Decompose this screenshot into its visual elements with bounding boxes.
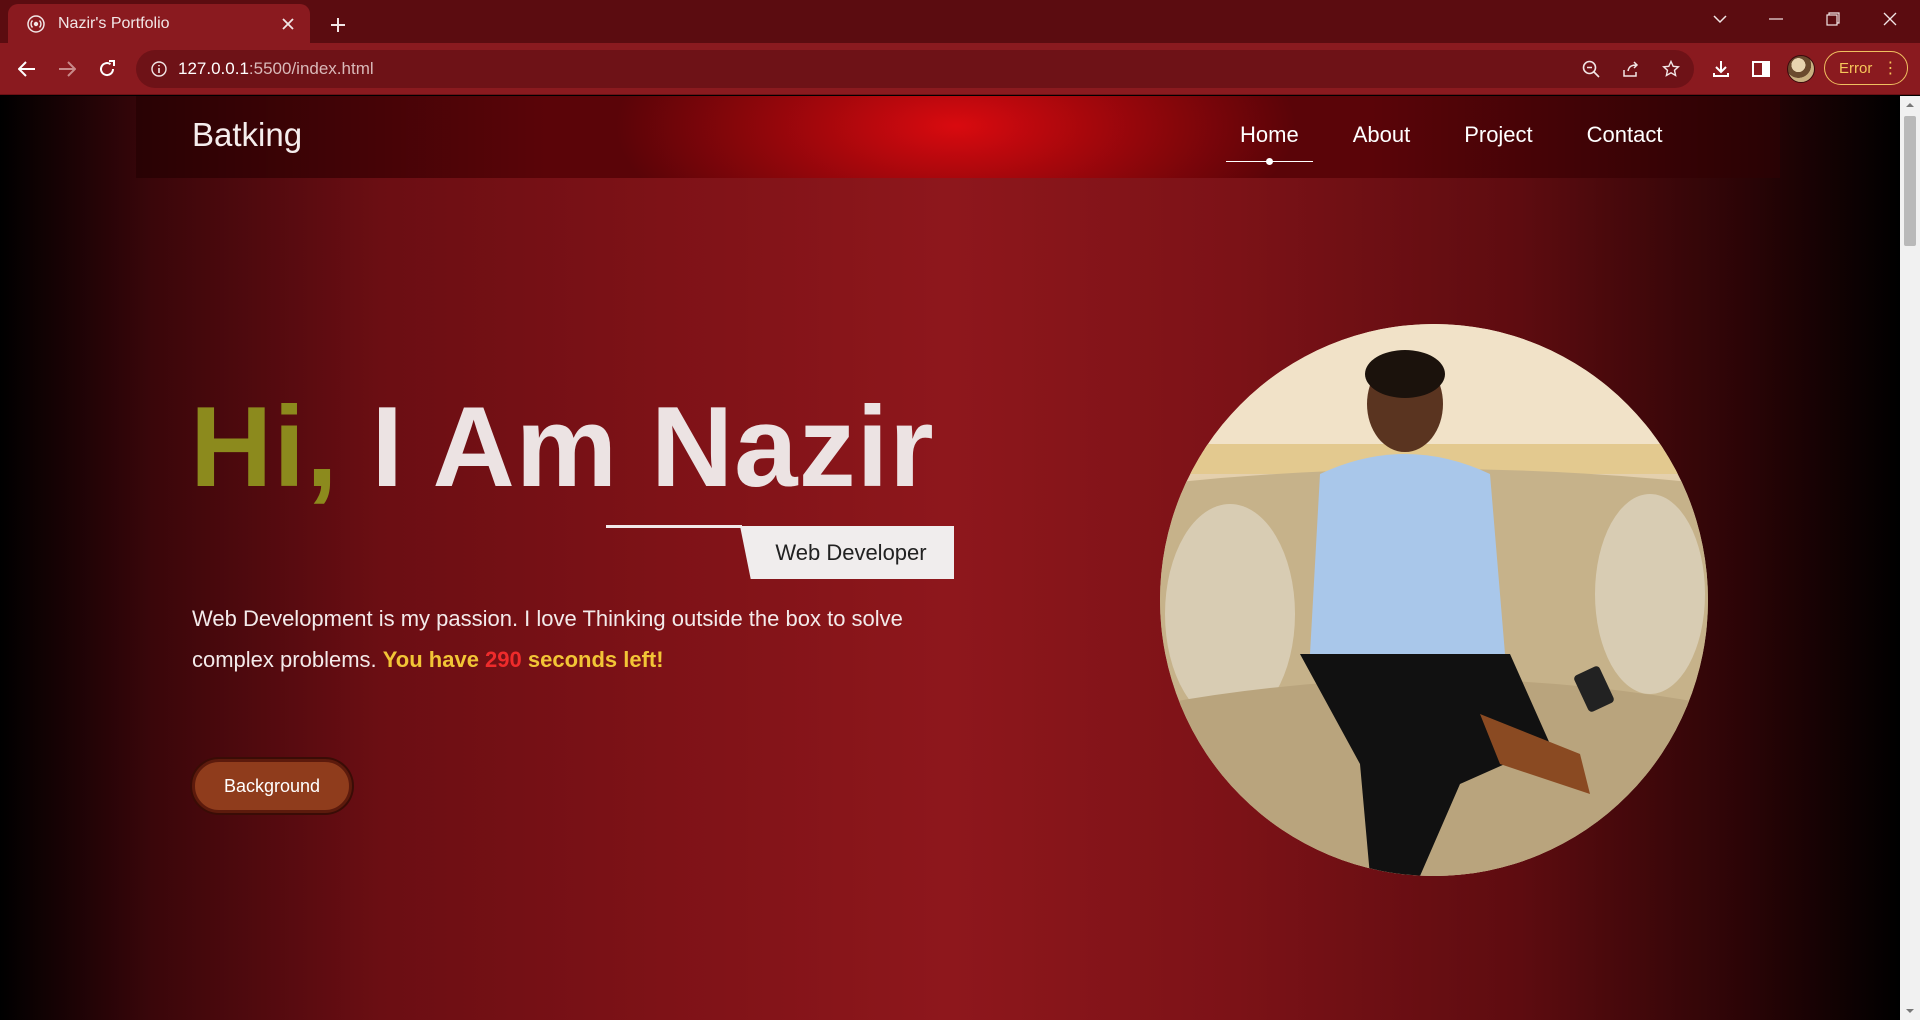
browser-tab[interactable]: Nazir's Portfolio	[8, 4, 310, 43]
share-icon[interactable]	[1614, 52, 1648, 86]
error-button[interactable]: Error ⋮	[1824, 51, 1908, 85]
broadcast-icon	[26, 14, 46, 34]
nav-about[interactable]: About	[1353, 122, 1411, 148]
page-scrollbar[interactable]	[1900, 96, 1920, 1020]
scroll-up-icon[interactable]	[1905, 100, 1915, 110]
profile-avatar[interactable]	[1787, 55, 1815, 83]
browser-toolbar: 127.0.0.1:5500/index.html Error ⋮	[0, 43, 1920, 95]
nav-contact[interactable]: Contact	[1587, 122, 1663, 148]
tab-search-icon[interactable]	[1692, 0, 1748, 38]
url-host: 127.0.0.1	[178, 59, 249, 78]
nav-home[interactable]: Home	[1226, 122, 1313, 165]
intro-paragraph: Web Development is my passion. I love Th…	[192, 598, 952, 680]
site-header: Batking Home About Project Contact	[136, 96, 1780, 178]
main-nav: Home About Project Contact	[1226, 122, 1717, 165]
countdown-prefix: You have	[382, 647, 486, 672]
hero-title: Hi, I Am Nazir	[190, 382, 935, 513]
side-panel-icon[interactable]	[1744, 52, 1778, 86]
hero-name: I Am Nazir	[338, 384, 935, 511]
tab-title: Nazir's Portfolio	[58, 14, 170, 32]
page-viewport: Batking Home About Project Contact Hi, I…	[0, 96, 1900, 1020]
site-logo[interactable]: Batking	[192, 116, 302, 154]
download-icon[interactable]	[1704, 52, 1738, 86]
back-icon[interactable]	[10, 52, 44, 86]
new-tab-button[interactable]	[322, 9, 354, 41]
scroll-down-icon[interactable]	[1905, 1006, 1915, 1016]
close-window-icon[interactable]	[1862, 0, 1918, 38]
background-button[interactable]: Background	[192, 759, 352, 813]
info-icon[interactable]	[150, 60, 168, 78]
forward-icon[interactable]	[50, 52, 84, 86]
bookmark-star-icon[interactable]	[1654, 52, 1688, 86]
countdown-suffix: seconds left!	[521, 647, 664, 672]
zoom-icon[interactable]	[1574, 52, 1608, 86]
hero-greeting: Hi,	[190, 384, 339, 511]
error-label: Error	[1839, 59, 1873, 77]
reload-icon[interactable]	[90, 52, 124, 86]
minimize-icon[interactable]	[1748, 0, 1804, 38]
tab-strip: Nazir's Portfolio	[0, 0, 1920, 43]
role-underline	[606, 525, 742, 528]
profile-photo	[1160, 324, 1708, 876]
more-menu-icon[interactable]: ⋮	[1882, 58, 1898, 78]
address-bar[interactable]: 127.0.0.1:5500/index.html	[136, 50, 1694, 88]
close-icon[interactable]	[278, 14, 298, 34]
restore-icon[interactable]	[1805, 0, 1861, 38]
url-path: :5500/index.html	[248, 59, 374, 78]
scroll-thumb[interactable]	[1904, 116, 1916, 246]
nav-project[interactable]: Project	[1464, 122, 1532, 148]
role-tag: Web Developer	[740, 526, 954, 579]
countdown-value: 290	[485, 647, 522, 672]
